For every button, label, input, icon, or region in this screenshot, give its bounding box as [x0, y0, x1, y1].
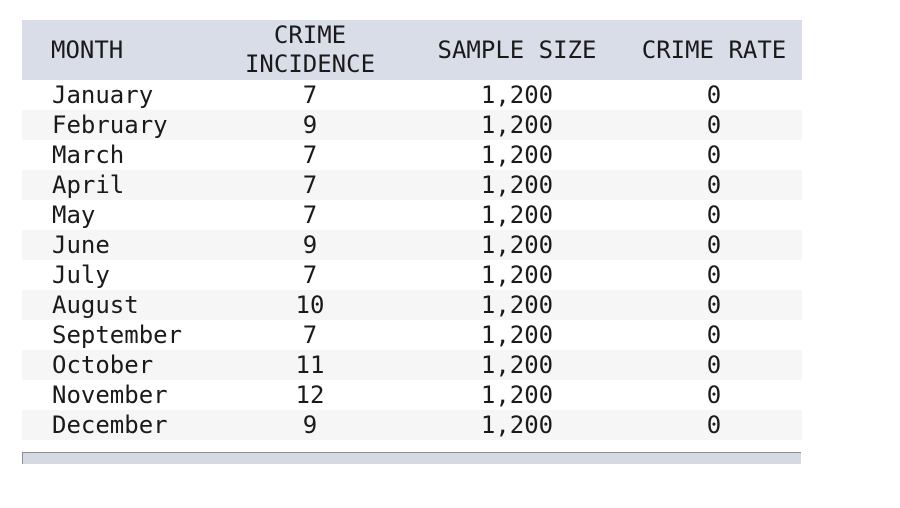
sample-size-cell: 1,200	[480, 411, 554, 439]
month-cell: October	[52, 351, 154, 379]
month-cell: December	[52, 411, 168, 439]
sample-size-cell: 1,200	[480, 291, 554, 319]
month-cell: April	[52, 171, 125, 199]
crime-incidence-header-line2: INCIDENCE	[244, 50, 376, 78]
crime-rate-cell: 0	[706, 261, 722, 289]
table-row: March 7 1,200 0	[22, 140, 802, 170]
table-row: June 9 1,200 0	[22, 230, 802, 260]
crime-data-table-container: MONTH CRIME INCIDENCE SAMPLE SIZE CRIME …	[22, 20, 802, 440]
table-header: MONTH CRIME INCIDENCE SAMPLE SIZE CRIME …	[22, 20, 802, 80]
sample-size-cell: 1,200	[480, 141, 554, 169]
crime-data-table: MONTH CRIME INCIDENCE SAMPLE SIZE CRIME …	[22, 20, 802, 440]
month-column-header: MONTH	[51, 35, 124, 64]
sample-size-cell: 1,200	[480, 171, 554, 199]
sample-size-cell: 1,200	[480, 201, 554, 229]
incidence-cell: 12	[295, 381, 325, 409]
sample-size-cell: 1,200	[480, 111, 554, 139]
sample-size-cell: 1,200	[480, 351, 554, 379]
sample-size-cell: 1,200	[480, 81, 554, 109]
month-cell: March	[52, 141, 125, 169]
month-cell: September	[52, 321, 183, 349]
crime-rate-cell: 0	[706, 411, 722, 439]
crime-rate-cell: 0	[706, 321, 722, 349]
incidence-cell: 7	[302, 171, 318, 199]
crime-incidence-header-line1: CRIME	[273, 21, 347, 49]
table-row: November 12 1,200 0	[22, 380, 802, 410]
incidence-cell: 11	[295, 351, 325, 379]
incidence-cell: 9	[302, 411, 318, 439]
incidence-cell: 9	[302, 231, 318, 259]
crime-rate-cell: 0	[706, 291, 722, 319]
crime-rate-cell: 0	[706, 351, 722, 379]
incidence-cell: 9	[302, 111, 318, 139]
crime-rate-cell: 0	[706, 111, 722, 139]
crime-rate-cell: 0	[706, 81, 722, 109]
table-row: April 7 1,200 0	[22, 170, 802, 200]
month-cell: January	[52, 81, 154, 109]
table-row: October 11 1,200 0	[22, 350, 802, 380]
table-row: December 9 1,200 0	[22, 410, 802, 440]
sample-size-column-header: SAMPLE SIZE	[437, 35, 597, 64]
sample-size-cell: 1,200	[480, 231, 554, 259]
sample-size-cell: 1,200	[480, 321, 554, 349]
table-row: February 9 1,200 0	[22, 110, 802, 140]
crime-rate-column-header: CRIME RATE	[641, 35, 787, 64]
table-row: May 7 1,200 0	[22, 200, 802, 230]
table-row: August 10 1,200 0	[22, 290, 802, 320]
incidence-cell: 7	[302, 261, 318, 289]
month-cell: July	[52, 261, 110, 289]
incidence-cell: 7	[302, 321, 318, 349]
sample-size-cell: 1,200	[480, 261, 554, 289]
month-cell: May	[52, 201, 96, 229]
crime-incidence-column-header: CRIME INCIDENCE	[212, 20, 408, 80]
horizontal-scrollbar[interactable]	[22, 452, 801, 464]
month-cell: June	[52, 231, 110, 259]
crime-rate-cell: 0	[706, 171, 722, 199]
incidence-cell: 7	[302, 81, 318, 109]
incidence-cell: 7	[302, 201, 318, 229]
incidence-cell: 10	[295, 291, 325, 319]
table-row: January 7 1,200 0	[22, 80, 802, 110]
table-body: January 7 1,200 0 February 9 1,200 0 Mar…	[22, 80, 802, 440]
crime-rate-cell: 0	[706, 231, 722, 259]
crime-rate-cell: 0	[706, 201, 722, 229]
incidence-cell: 7	[302, 141, 318, 169]
table-row: September 7 1,200 0	[22, 320, 802, 350]
month-cell: August	[52, 291, 139, 319]
sample-size-cell: 1,200	[480, 381, 554, 409]
table-row: July 7 1,200 0	[22, 260, 802, 290]
month-cell: November	[52, 381, 168, 409]
crime-rate-cell: 0	[706, 381, 722, 409]
header-row: MONTH CRIME INCIDENCE SAMPLE SIZE CRIME …	[22, 20, 802, 80]
month-cell: February	[52, 111, 168, 139]
crime-rate-cell: 0	[706, 141, 722, 169]
